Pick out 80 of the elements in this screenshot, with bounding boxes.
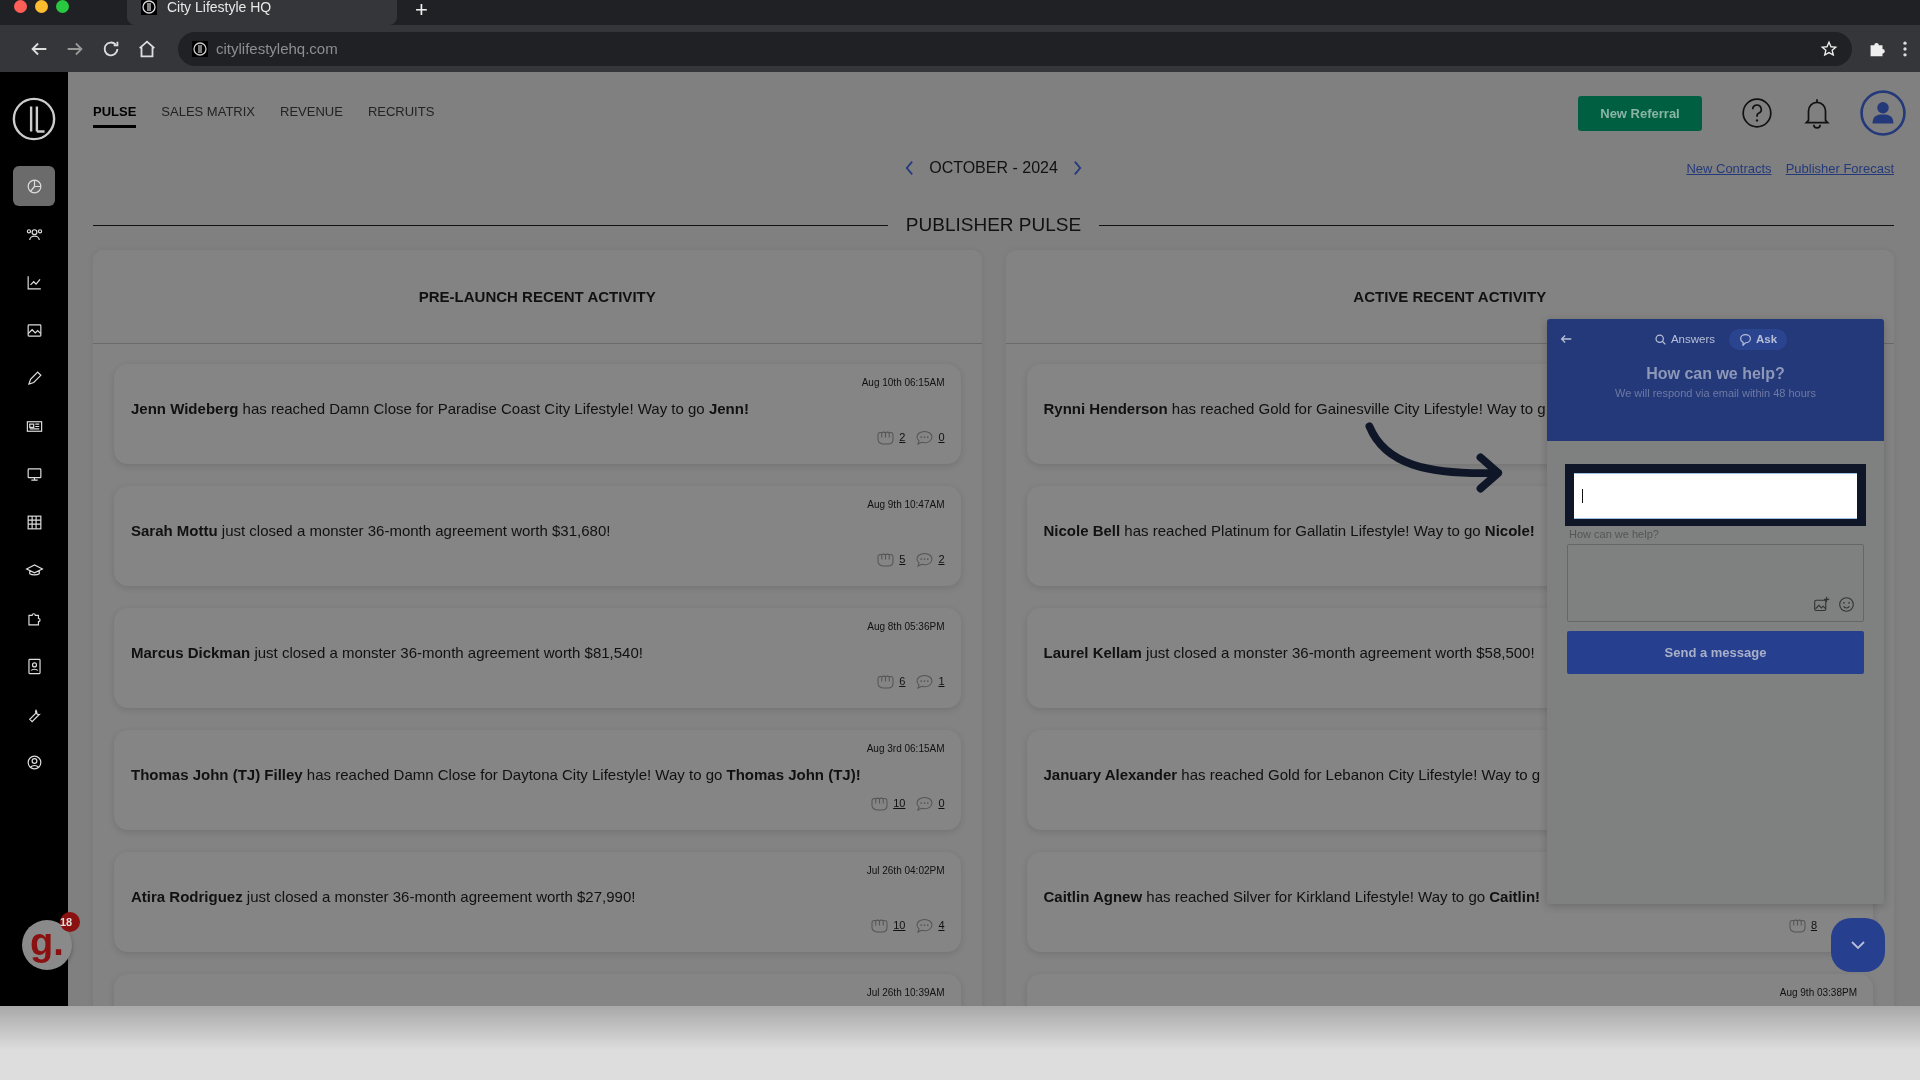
speech-bubble-icon [915,429,935,445]
section-title: PUBLISHER PULSE [905,214,1082,236]
widget-tab[interactable]: Ask [1729,328,1788,350]
activity-message: Nicole Bell has reached Platinum for Gallatin Lifestyle! Way to go Nicole! [1043,522,1535,539]
fist-bump-count[interactable]: 6 [899,675,906,687]
speech-bubble-icon [915,795,935,811]
comment-count[interactable]: 2 [938,553,945,565]
widget-title: How can we help? [1645,365,1786,383]
activity-message: January Alexander has reached Gold for Lebanon City Lifestyle! Way to g [1043,766,1541,783]
search-icon [1653,332,1667,346]
chat-bubble-icon [1739,332,1752,346]
fist-bump-count[interactable]: 10 [893,797,906,809]
input-field[interactable] [1574,473,1857,519]
logo-icon [141,0,157,15]
fist-icon [1787,917,1807,933]
fist-icon [870,917,890,933]
widget-subtitle: We will respond via email within 48 hours [1614,387,1817,399]
speech-bubble-icon [915,917,935,933]
activity-message: Jenn Wideberg has reached Damn Close for Paradise Coast City Lifestyle! Way to go Jenn! [131,400,749,417]
fist-bump-count[interactable]: 8 [1810,919,1817,931]
address-bar[interactable]: citylifestylehq.com [178,31,1852,66]
browser-tab[interactable]: City Lifestyle HQ [127,0,397,25]
month-label: OCTOBER - 2024 [929,159,1058,177]
text-cursor [1582,489,1583,503]
fist-bump-count[interactable]: 10 [893,919,906,931]
nav-tab[interactable]: SALES MATRIX [161,98,256,128]
report-link[interactable]: Publisher Forecast [1785,160,1894,176]
back-arrow-icon[interactable] [1559,332,1573,346]
collapse-chat-button[interactable] [1831,918,1885,972]
comment-count[interactable]: 0 [938,431,945,443]
fist-bump-count[interactable]: 5 [899,553,906,565]
comment-count[interactable]: 1 [938,675,945,687]
pie-chart-icon[interactable] [13,166,55,206]
widget-tab[interactable]: Answers [1643,328,1725,350]
comment-count[interactable]: 4 [938,919,945,931]
activity-message: Atira Rodriguez just closed a monster 36-month agreement worth $27,990! [131,888,636,905]
activity-message: Sarah Mottu just closed a monster 36-month agreement worth $31,680! [131,522,611,539]
previous-month-icon[interactable] [904,159,916,177]
next-month-icon[interactable] [1071,159,1083,177]
logo-icon [192,40,208,57]
new-tab-button[interactable]: + [415,2,428,17]
notification-badge: 18 [60,912,80,932]
timestamp: Jul 26th 04:02PM [866,865,945,876]
logo-icon[interactable] [11,96,57,142]
help-icon[interactable] [1740,96,1774,130]
timestamp: Aug 9th 10:47AM [867,499,945,510]
avatar-icon[interactable] [1860,90,1906,136]
maximize-window-icon[interactable] [56,0,69,13]
activity-message: Laurel Kellam just closed a monster 36-month agreement worth $58,500! [1043,644,1535,661]
nav-tab[interactable]: RECRUITS [367,98,435,128]
speech-bubble-icon [915,551,935,567]
activity-message: Caitlin Agnew has reached Silver for Kirkland Lifestyle! Way to go Caitlin! [1043,888,1541,905]
fist-icon [876,551,896,567]
activity-message: Rynni Henderson has reached Gold for Gainesville City Lifestyle! Way to g [1043,400,1546,417]
speech-bubble-icon [915,673,935,689]
timestamp: Aug 8th 05:36PM [867,621,945,632]
timestamp: Aug 3rd 06:15AM [866,743,945,754]
comment-count[interactable]: 0 [938,797,945,809]
activity-message: Marcus Dickman just closed a monster 36-month agreement worth $81,540! [131,644,643,661]
timestamp: Aug 9th 03:38PM [1779,987,1857,998]
new-referral-button[interactable]: New Referral [1578,95,1702,131]
send-message-button[interactable]: Send a message [1567,631,1864,674]
message-field[interactable] [1567,544,1864,622]
fist-icon [876,429,896,445]
fist-bump-count[interactable]: 2 [899,431,906,443]
timestamp: Jul 26th 10:39AM [866,987,945,998]
star-icon[interactable] [1820,39,1838,58]
nav-tab[interactable]: PULSE [93,98,137,128]
fist-icon [876,673,896,689]
report-link[interactable]: New Contracts [1686,160,1772,176]
panel-title: PRE-LAUNCH RECENT ACTIVITY [418,288,656,305]
fist-icon [870,795,890,811]
minimize-window-icon[interactable] [35,0,48,13]
activity-message: Thomas John (TJ) Filley has reached Damn Close for Daytona City Lifestyle! Way to go Thomas John (TJ)! [131,766,861,783]
add-image-icon[interactable] [1813,596,1830,613]
panel-title: ACTIVE RECENT ACTIVITY [1353,288,1547,305]
nav-tab[interactable]: REVENUE [280,98,343,128]
emoji-icon[interactable] [1838,596,1855,613]
timestamp: Aug 10th 06:15AM [861,377,945,388]
close-window-icon[interactable] [14,0,27,13]
